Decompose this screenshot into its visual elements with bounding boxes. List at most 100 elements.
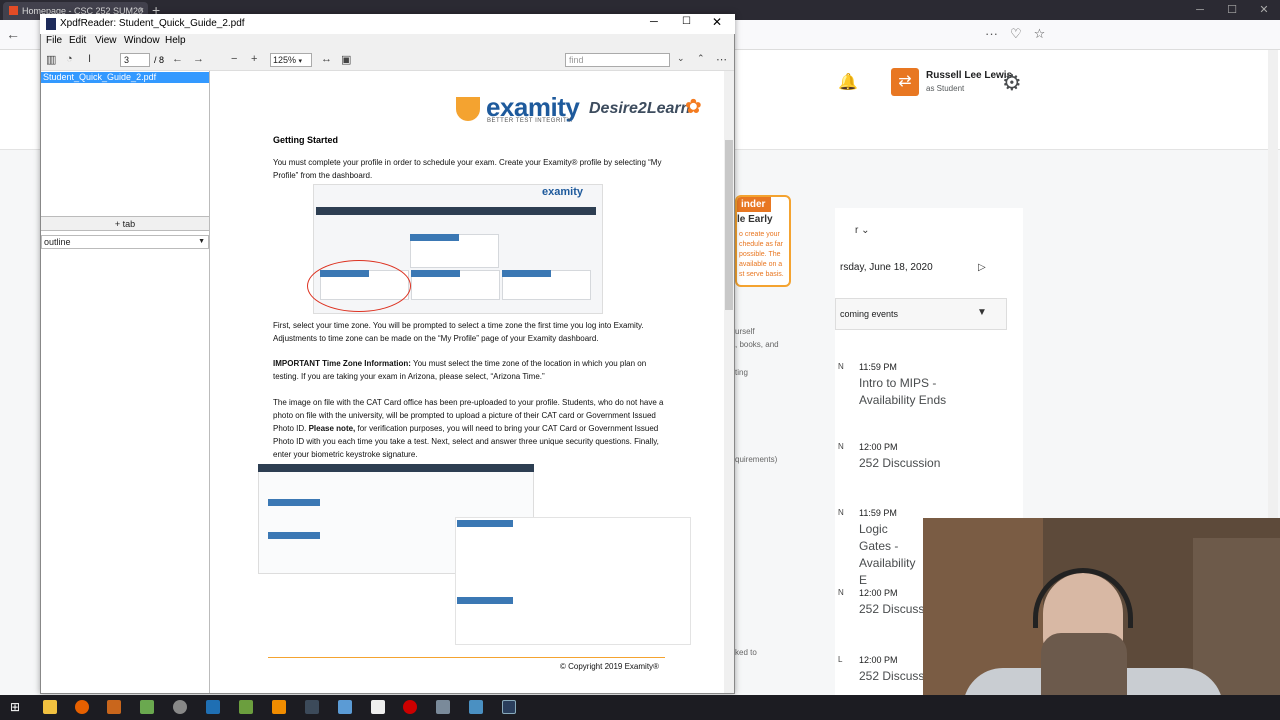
event-title[interactable]: Logic Gates - Availability E (859, 521, 923, 589)
history-icon[interactable]: ◔ (66, 53, 73, 65)
img2-account-info-hdr (268, 532, 320, 539)
back-arrow-icon[interactable]: ← (172, 53, 183, 65)
find-input[interactable]: find (565, 53, 670, 67)
browser-window-controls: ─ ☐ ✕ (1184, 0, 1280, 20)
app-icon[interactable] (239, 700, 253, 714)
app-icon[interactable] (107, 700, 121, 714)
user-name[interactable]: Russell Lee Lewis (926, 70, 1012, 81)
minimize-icon[interactable]: ─ (650, 16, 658, 28)
event-time: 12:00 PM (859, 588, 898, 598)
event-title[interactable]: 252 Discussion (859, 455, 959, 472)
forward-arrow-icon[interactable]: → (193, 53, 204, 65)
app-icon[interactable] (436, 700, 450, 714)
vlc-icon[interactable] (272, 700, 286, 714)
upcoming-events-label: coming events (840, 309, 899, 319)
event-time: 11:59 PM (859, 362, 897, 372)
img1-schedule-exam-hdr (411, 270, 460, 277)
img1-navbar (316, 207, 596, 215)
img3-security-hdr (457, 520, 513, 527)
close-icon[interactable]: ✕ (1248, 0, 1280, 20)
scrollbar-thumb[interactable] (725, 140, 733, 310)
menu-window[interactable]: Window (124, 35, 160, 46)
menu-file[interactable]: File (46, 35, 62, 46)
fit-page-icon[interactable]: ▣ (341, 53, 351, 66)
gear-icon[interactable]: ⚙ (1002, 70, 1022, 96)
favicon-icon (9, 6, 18, 15)
user-role: as Student (926, 84, 965, 93)
page-number-input[interactable]: 3 (120, 53, 150, 67)
xpdf-app-icon (46, 18, 56, 30)
avatar[interactable]: ⇄ (891, 68, 919, 96)
app-icon[interactable] (206, 700, 220, 714)
copyright: © Copyright 2019 Examity® (560, 662, 659, 671)
img1-reschedule-hdr (502, 270, 551, 277)
fit-width-icon[interactable]: ↔ (321, 53, 332, 65)
page-count: / 8 (154, 55, 165, 65)
event-time: 12:00 PM (859, 655, 898, 665)
back-arrow-icon[interactable]: ← (6, 26, 24, 44)
app-icon[interactable] (140, 700, 154, 714)
img2-exam-requirements-hdr (268, 499, 320, 506)
maximize-icon[interactable]: ☐ (682, 16, 691, 27)
web-text-3: quirements) (735, 455, 778, 464)
chevron-down-icon: ⌄ (861, 225, 870, 236)
app-icon[interactable] (338, 700, 352, 714)
app-icon[interactable] (305, 700, 319, 714)
reminder-text: o create your chedule as far possible. T… (739, 231, 784, 278)
pocket-icon[interactable]: ♡ (1010, 26, 1022, 42)
paragraph: First, select your time zone. You will b… (273, 321, 644, 343)
examity-shield-icon (456, 97, 480, 121)
document-icon[interactable] (371, 700, 385, 714)
sidebar-file-item[interactable]: Student_Quick_Guide_2.pdf (41, 72, 209, 83)
browser-toolbar: ··· ♡ ☆ (985, 26, 1045, 42)
sidebar-toggle-icon[interactable]: ▥ (46, 53, 56, 66)
bell-icon[interactable]: 🔔 (838, 72, 858, 92)
find-prev-icon[interactable]: ⌃ (697, 53, 705, 64)
reminder-tag: inder (737, 197, 771, 212)
calendar-toggle[interactable]: r ⌄ (855, 225, 870, 236)
zoom-out-icon[interactable]: − (231, 53, 237, 65)
xpdf-taskbar-icon[interactable] (502, 700, 516, 714)
close-icon[interactable]: ✕ (712, 15, 722, 29)
add-tab-button[interactable]: + tab (41, 216, 209, 231)
zoom-select[interactable]: 125% ▾ (270, 53, 312, 67)
more-icon[interactable]: ··· (985, 26, 998, 42)
app-icon[interactable] (469, 700, 483, 714)
file-explorer-icon[interactable] (43, 700, 57, 714)
taskbar (0, 695, 1280, 720)
bookmark-star-icon[interactable]: ☆ (1034, 26, 1046, 42)
menu-view[interactable]: View (95, 35, 117, 46)
paragraph: IMPORTANT Time Zone Information: You mus… (273, 359, 647, 381)
zoom-in-icon[interactable]: + (251, 53, 257, 65)
sidebar (41, 71, 210, 693)
paragraph: The image on file with the CAT Card offi… (273, 398, 664, 459)
section-heading: Getting Started (273, 135, 339, 145)
menu-edit[interactable]: Edit (69, 35, 86, 46)
img1-examity-logo: examity (542, 186, 583, 198)
maximize-icon[interactable]: ☐ (1216, 0, 1248, 20)
next-day-icon[interactable]: ▷ (978, 262, 986, 273)
d2l-logo: Desire2Learn (589, 100, 691, 117)
web-text-1: urself, books, and (735, 327, 779, 349)
text-select-icon[interactable]: I (88, 53, 91, 65)
paragraph: You must complete your profile in order … (273, 158, 662, 180)
firefox-icon[interactable] (75, 700, 89, 714)
img2-navbar (258, 464, 534, 472)
app-icon[interactable] (173, 700, 187, 714)
find-next-icon[interactable]: ⌄ (677, 53, 685, 64)
more-icon[interactable]: ⋯ (716, 53, 727, 66)
outline-select[interactable]: outline ▼ (41, 235, 209, 249)
chevron-down-icon: ▼ (198, 238, 205, 245)
event-time: 12:00 PM (859, 442, 898, 452)
d2l-flower-icon: ✿ (685, 96, 702, 118)
event-title[interactable]: Intro to MIPS - Availability Ends (859, 375, 959, 409)
app-icon[interactable] (403, 700, 417, 714)
highlight-oval (307, 260, 411, 312)
minimize-icon[interactable]: ─ (1184, 0, 1216, 20)
caret-down-icon[interactable]: ▼ (977, 307, 987, 318)
reminder-card: inder le Early o create your chedule as … (735, 195, 791, 287)
footer-line (268, 657, 665, 658)
event-time: 11:59 PM (859, 508, 897, 518)
menu-help[interactable]: Help (165, 35, 186, 46)
windows-start-icon[interactable]: ⊞ (10, 700, 20, 714)
